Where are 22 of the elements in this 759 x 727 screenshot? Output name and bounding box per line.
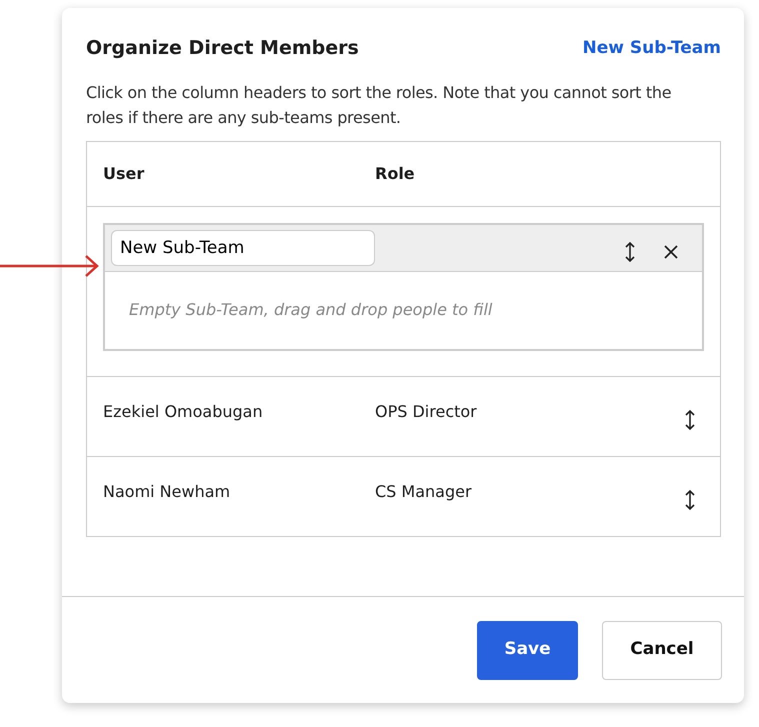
column-header[interactable]: User <box>103 162 375 186</box>
table-cell-text: OPS Director <box>375 401 478 424</box>
cancel-button[interactable]: Cancel <box>602 620 722 680</box>
sort-icon <box>624 240 636 263</box>
empty-message: Empty Sub-Team, drag and drop people to fill <box>129 299 492 322</box>
sort-icon <box>684 409 696 432</box>
sub-team-name-field[interactable]: New Sub-Team <box>111 230 375 266</box>
table-cell-text: Ezekiel Omoabugan <box>103 401 264 424</box>
new-sub-team-link[interactable]: New Sub-Team <box>582 36 721 62</box>
description: Click on the column headers to sort the roles. Note that you cannot sort the roles if there are any sub-teams present. <box>86 82 672 130</box>
reorder-button[interactable] <box>624 240 636 263</box>
arrow-icon <box>0 255 100 277</box>
sort-icon <box>684 489 696 512</box>
table-cell-text: Naomi Newham <box>103 481 232 504</box>
column-header[interactable]: Role <box>375 162 704 186</box>
close-button[interactable] <box>664 244 678 259</box>
save-button[interactable]: Save <box>477 620 578 680</box>
reorder-button[interactable] <box>684 489 696 512</box>
dialog-title: Organize Direct Members <box>86 37 359 60</box>
table-cell-text: CS Manager <box>375 481 473 504</box>
reorder-button[interactable] <box>684 409 696 432</box>
close-icon <box>664 244 678 259</box>
